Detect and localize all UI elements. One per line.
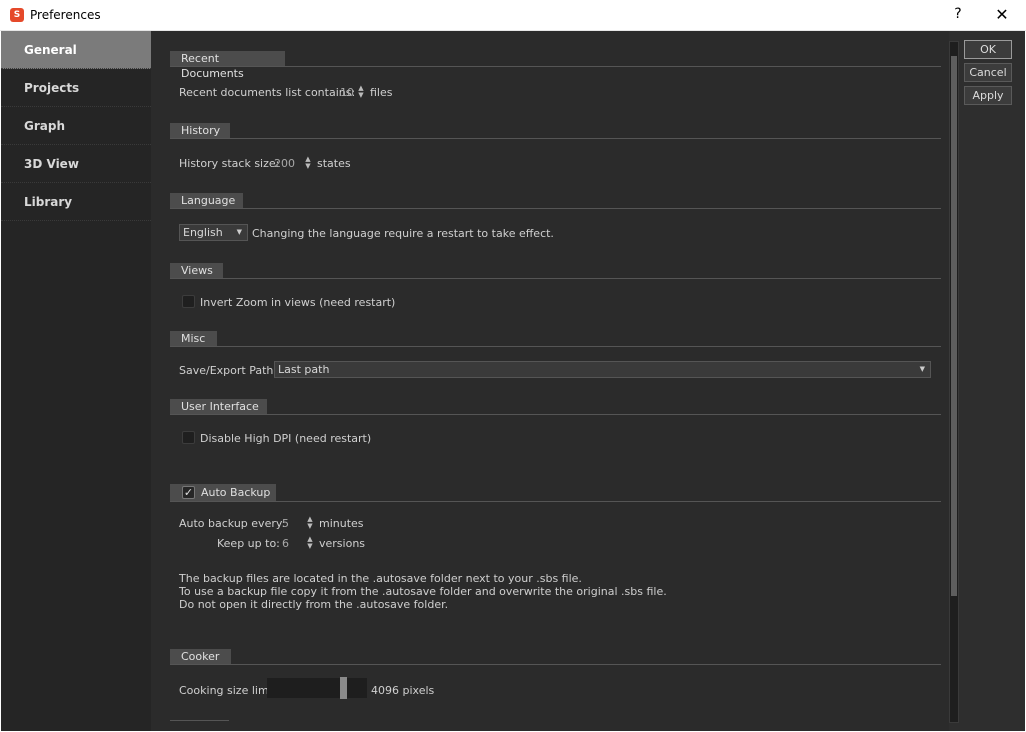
auto-backup-checkbox[interactable]: ✓ [182, 486, 195, 499]
history-stack-input[interactable]: 200 [274, 157, 295, 170]
app-logo-icon: S [10, 8, 24, 22]
keep-up-to-label: Keep up to: [217, 537, 280, 550]
sidebar-item-projects[interactable]: Projects [1, 69, 151, 107]
ok-button[interactable]: OK [964, 40, 1012, 59]
section-header-misc: Misc [170, 331, 217, 346]
section-divider [170, 501, 941, 502]
sidebar-item-3d-view[interactable]: 3D View [1, 145, 151, 183]
recent-documents-count-input[interactable]: 10 [340, 86, 354, 99]
language-select[interactable]: English ▼ [179, 224, 248, 241]
apply-button[interactable]: Apply [964, 86, 1012, 105]
section-header-views: Views [170, 263, 223, 278]
cooking-size-limit-label: Cooking size limit: [179, 684, 280, 697]
backup-note-line-2: To use a backup file copy it from the .a… [179, 585, 667, 598]
section-divider [170, 414, 941, 415]
spinner-arrows-icon[interactable]: ▲ ▼ [306, 536, 314, 550]
language-select-value: English [183, 226, 223, 239]
history-stack-label: History stack size: [179, 157, 280, 170]
window-title: Preferences [30, 8, 101, 22]
history-stack-unit: states [317, 157, 351, 170]
section-divider [170, 278, 941, 279]
save-export-path-label: Save/Export Path: [179, 364, 278, 377]
spinner-arrows-icon[interactable]: ▲ ▼ [357, 85, 365, 99]
section-divider [170, 346, 941, 347]
backup-note-line-1: The backup files are located in the .aut… [179, 572, 582, 585]
preferences-dialog: General Projects Graph 3D View Library R… [1, 31, 1025, 731]
sidebar: General Projects Graph 3D View Library [1, 31, 151, 731]
backup-note-line-3: Do not open it directly from the .autosa… [179, 598, 449, 611]
auto-backup-every-label: Auto backup every: [179, 517, 286, 530]
chevron-down-icon: ▼ [919, 365, 925, 373]
section-divider [170, 66, 941, 67]
section-header-user-interface: User Interface [170, 399, 267, 414]
save-export-path-select[interactable]: Last path ▼ [274, 361, 931, 378]
spinner-arrows-icon[interactable]: ▲ ▼ [304, 156, 312, 170]
close-icon[interactable]: ✕ [992, 4, 1012, 26]
section-divider [170, 720, 229, 721]
section-header-language: Language [170, 193, 243, 208]
language-restart-note: Changing the language require a restart … [252, 227, 554, 240]
sidebar-item-library[interactable]: Library [1, 183, 151, 221]
keep-versions-unit: versions [319, 537, 366, 550]
spinner-arrows-icon[interactable]: ▲ ▼ [306, 516, 314, 530]
title-bar: S Preferences ? ✕ [0, 0, 1026, 31]
cooking-size-slider[interactable] [267, 677, 367, 699]
scrollbar-thumb[interactable] [951, 56, 957, 596]
section-divider [170, 664, 941, 665]
invert-zoom-checkbox[interactable] [182, 295, 195, 308]
settings-panel: Recent Documents Recent documents list c… [151, 31, 949, 731]
save-export-path-value: Last path [278, 363, 330, 376]
checkmark-icon: ✓ [183, 486, 194, 499]
recent-documents-label: Recent documents list contains: [179, 86, 356, 99]
disable-high-dpi-label: Disable High DPI (need restart) [200, 432, 372, 445]
cancel-button[interactable]: Cancel [964, 63, 1012, 82]
vertical-scrollbar[interactable] [949, 41, 959, 723]
chevron-down-icon: ▼ [236, 228, 242, 236]
sidebar-item-graph[interactable]: Graph [1, 107, 151, 145]
section-divider [170, 208, 941, 209]
auto-backup-interval-unit: minutes [319, 517, 364, 530]
recent-documents-unit: files [370, 86, 393, 99]
section-divider [170, 138, 941, 139]
section-header-history: History [170, 123, 230, 138]
auto-backup-interval-input[interactable]: 5 [282, 517, 289, 530]
disable-high-dpi-checkbox[interactable] [182, 431, 195, 444]
sidebar-item-general[interactable]: General [1, 31, 151, 69]
keep-versions-input[interactable]: 6 [282, 537, 289, 550]
cooking-size-value: 4096 pixels [371, 684, 435, 697]
slider-handle[interactable] [340, 677, 347, 699]
invert-zoom-label: Invert Zoom in views (need restart) [200, 296, 396, 309]
section-header-recent-documents: Recent Documents [170, 51, 285, 80]
help-button[interactable]: ? [950, 6, 966, 24]
section-header-cooker: Cooker [170, 649, 231, 664]
